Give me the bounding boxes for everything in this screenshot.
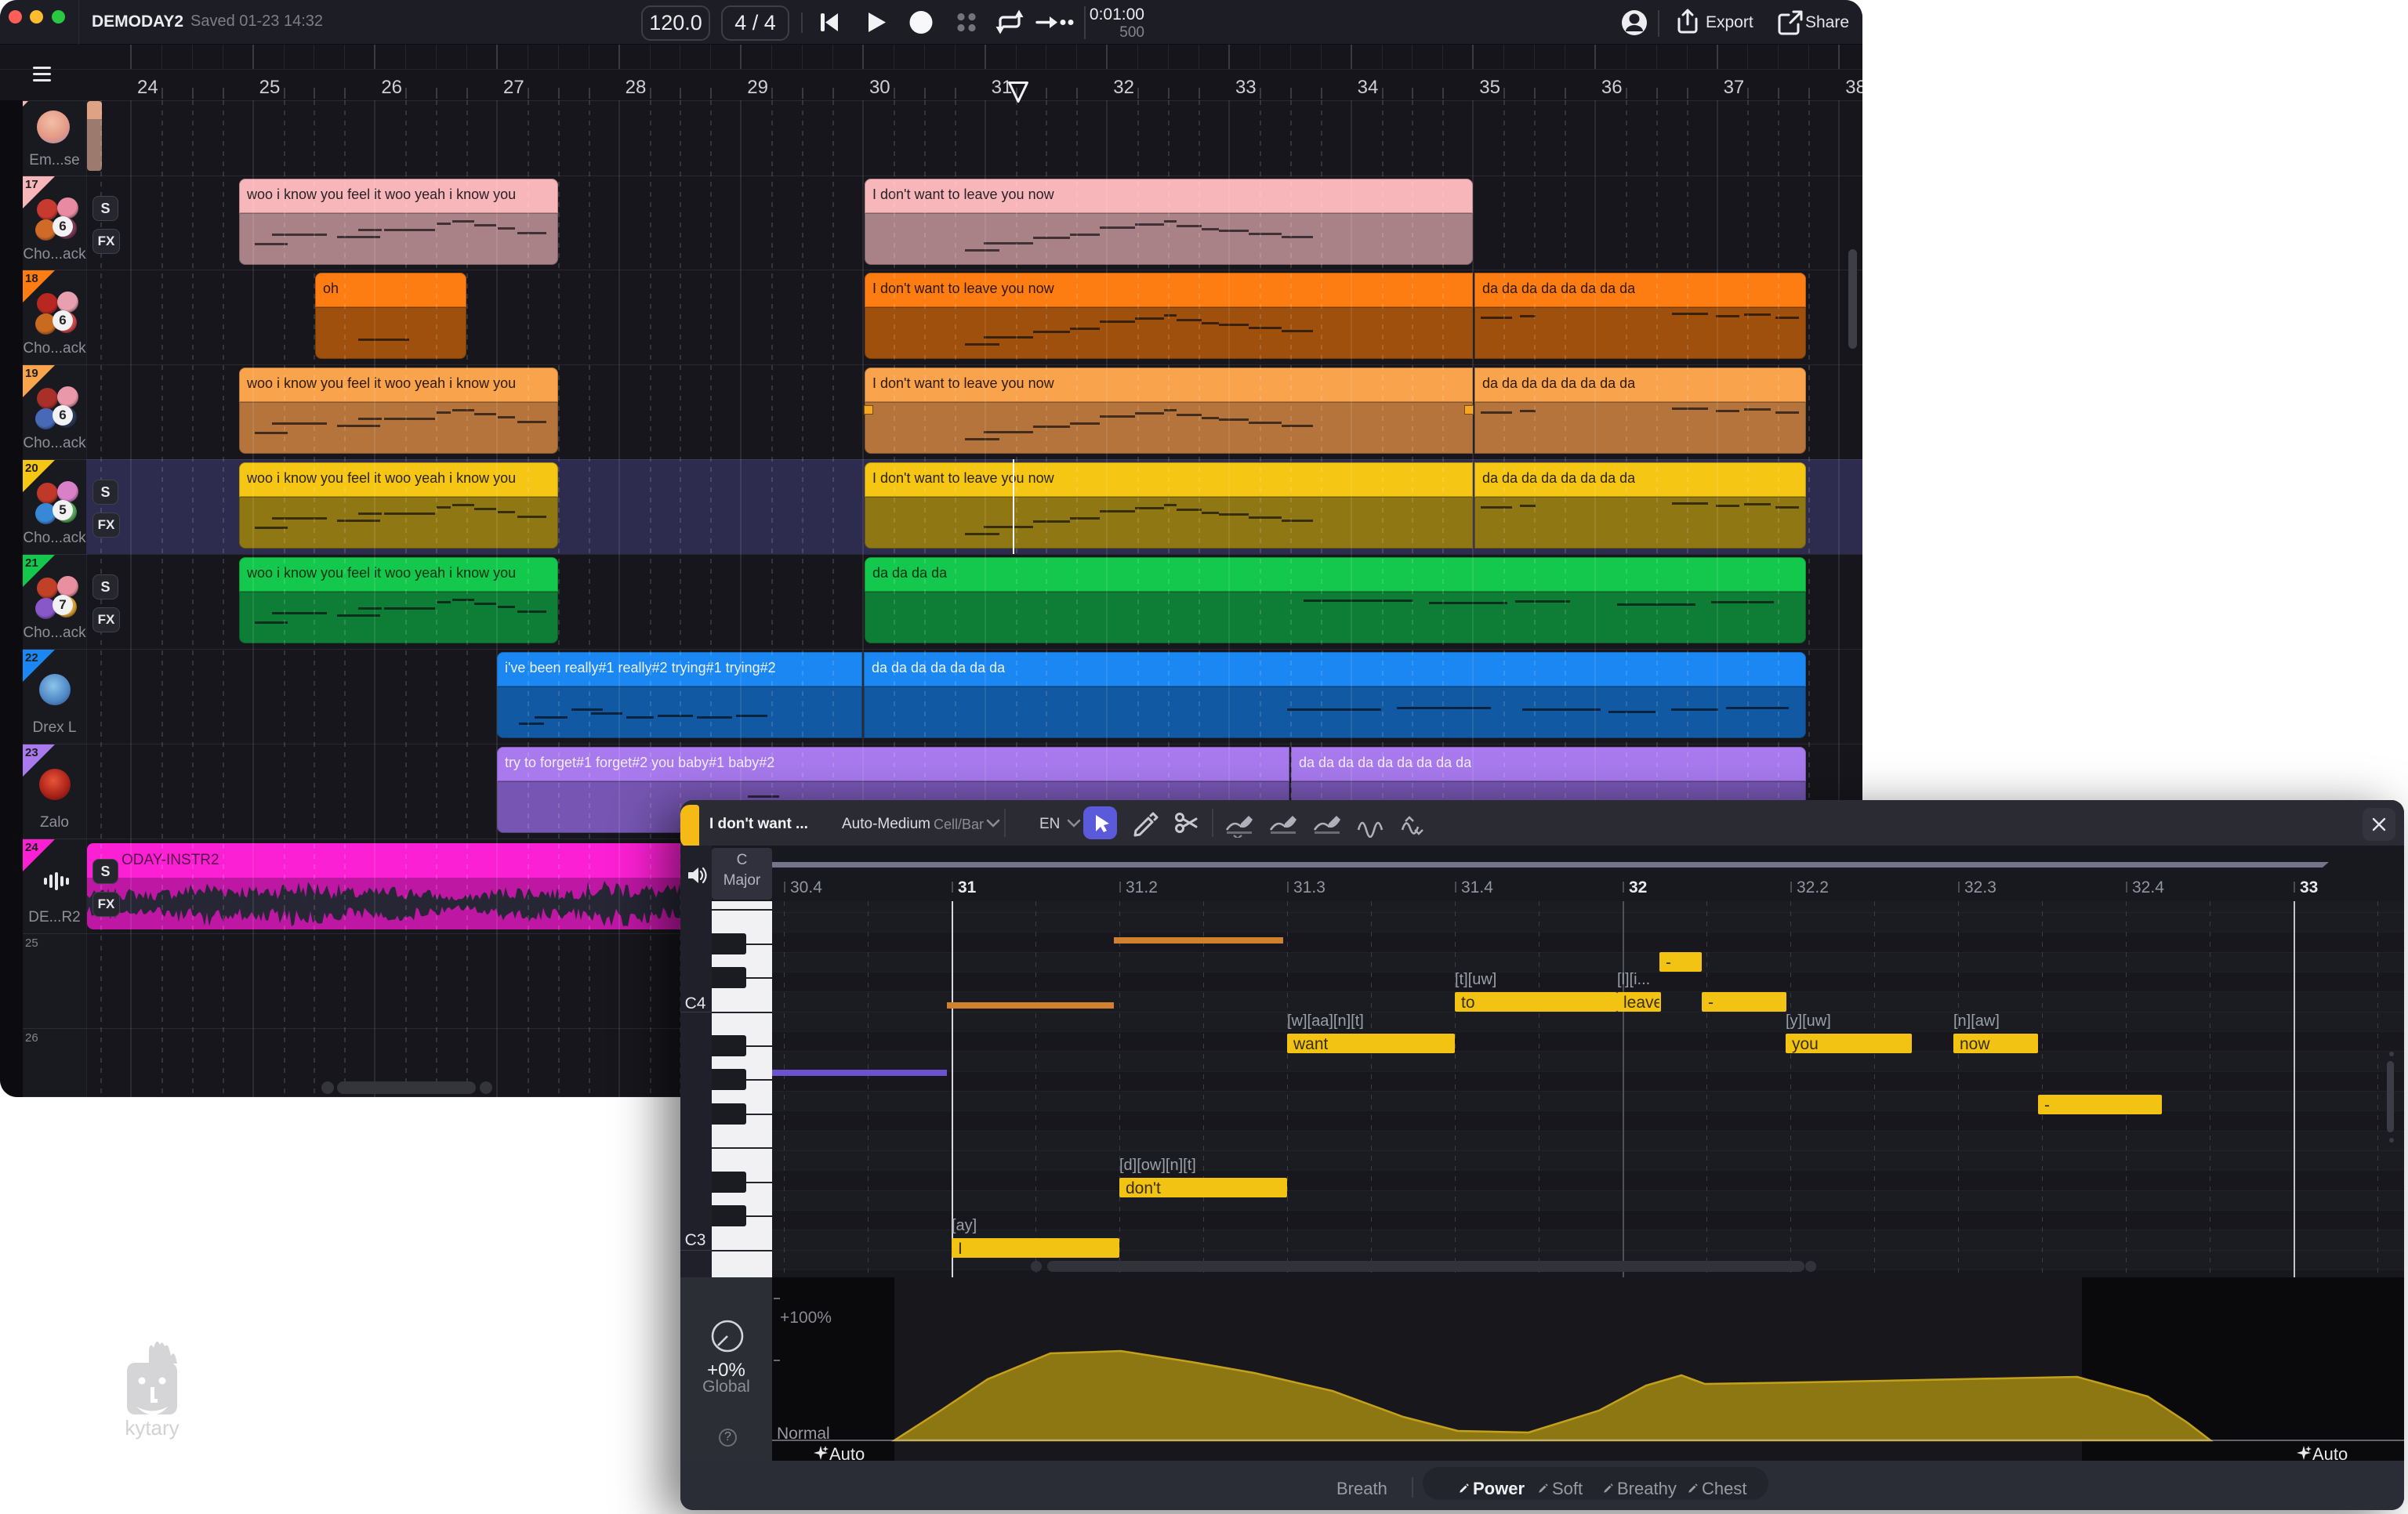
svg-text:kytary: kytary: [125, 1416, 179, 1440]
